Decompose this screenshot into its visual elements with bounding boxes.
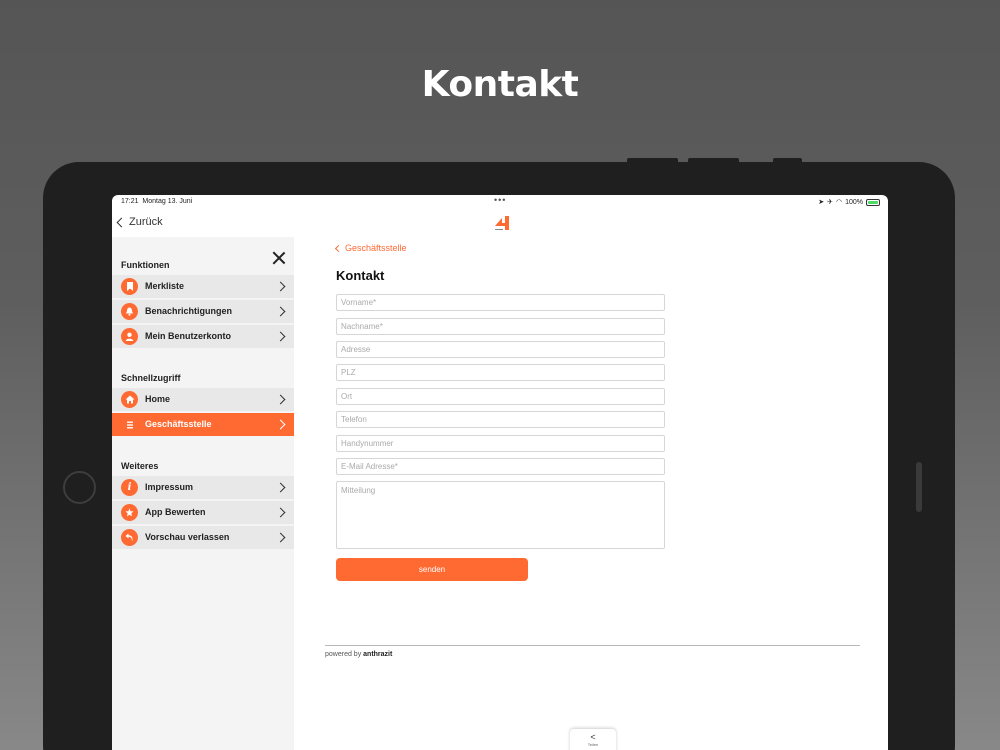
chevron-right-icon [275,482,286,493]
breadcrumb-label: Geschäftsstelle [345,243,407,253]
camera-bar [916,462,922,512]
user-icon [121,328,138,345]
app-screen: 17:21 Montag 13. Juni ••• ➤ ✈ ◠ 100% Zur… [112,195,888,750]
battery-icon [866,198,880,206]
chevron-right-icon [275,331,286,342]
chevron-right-icon [275,281,286,292]
main-content: Geschäftsstelle Kontakt senden powered b… [294,237,888,750]
status-bar: 17:21 Montag 13. Juni ••• ➤ ✈ ◠ 100% [112,195,888,209]
mobile-field[interactable] [336,435,665,452]
home-icon [121,391,138,408]
chevron-left-icon [116,217,127,227]
city-field[interactable] [336,388,665,405]
bookmark-icon [121,278,138,295]
close-icon[interactable] [272,251,286,265]
sidebar-item-label: Geschäftsstelle [145,419,212,429]
email-field[interactable] [336,458,665,475]
address-field[interactable] [336,341,665,358]
app-logo [495,216,509,230]
info-icon: i [121,479,138,496]
section-title-funktionen: Funktionen [121,260,170,270]
breadcrumb[interactable]: Geschäftsstelle [334,243,407,253]
back-label: Zurück [129,216,163,228]
share-button[interactable]: < Teilen [570,729,616,750]
section-title-schnellzugriff: Schnellzugriff [121,373,181,383]
sidebar-item-impressum[interactable]: i Impressum [112,476,294,499]
battery-percent: 100% [845,198,863,206]
star-icon [121,504,138,521]
nav-bar: Zurück [112,209,888,237]
last-name-field[interactable] [336,318,665,335]
sidebar-item-geschaeftsstelle[interactable]: Geschäftsstelle [112,413,294,436]
chevron-right-icon [275,394,286,405]
sidebar-item-benutzerkonto[interactable]: Mein Benutzerkonto [112,325,294,348]
sidebar-item-label: Benachrichtigungen [145,306,233,316]
sidebar-item-merkliste[interactable]: Merkliste [112,275,294,298]
sidebar-item-benachrichtigungen[interactable]: Benachrichtigungen [112,300,294,323]
status-right: ➤ ✈ ◠ 100% [818,198,880,206]
bell-icon [121,303,138,320]
status-time: 17:21 Montag 13. Juni [121,198,193,205]
back-button[interactable]: Zurück [116,216,163,228]
first-name-field[interactable] [336,294,665,311]
zip-field[interactable] [336,364,665,381]
chevron-right-icon [275,419,286,430]
sidebar-item-home[interactable]: Home [112,388,294,411]
sidebar-item-label: Impressum [145,482,194,492]
footer-divider [325,645,860,646]
list-icon [121,416,138,433]
share-label: Teilen [587,742,599,747]
hero-title: Kontakt [421,64,579,105]
sidebar-item-label: App Bewerten [145,507,206,517]
sidebar-item-label: Mein Benutzerkonto [145,331,232,341]
section-title-weiteres: Weiteres [121,461,159,471]
chevron-right-icon [275,507,286,518]
powered-by[interactable]: powered by anthrazit [325,651,392,658]
share-icon: < [590,732,596,742]
sidebar: Funktionen Merkliste Benachrichtigungen … [112,237,294,750]
sidebar-item-label: Vorschau verlassen [145,532,230,542]
sidebar-item-vorschau-verlassen[interactable]: Vorschau verlassen [112,526,294,549]
chevron-left-icon [334,244,343,252]
chevron-right-icon [275,532,286,543]
sidebar-item-app-bewerten[interactable]: App Bewerten [112,501,294,524]
phone-field[interactable] [336,411,665,428]
chevron-right-icon [275,306,286,317]
airplane-icon: ✈ [827,199,833,206]
message-field[interactable] [336,481,665,549]
wifi-icon: ◠ [835,199,843,206]
sidebar-item-label: Home [145,394,171,404]
home-button [63,471,96,504]
page-title: Kontakt [336,268,385,283]
location-icon: ➤ [818,199,825,206]
undo-icon [121,529,138,546]
multitask-dots[interactable]: ••• [494,195,506,205]
sidebar-item-label: Merkliste [145,281,185,291]
send-button[interactable]: senden [336,558,528,581]
